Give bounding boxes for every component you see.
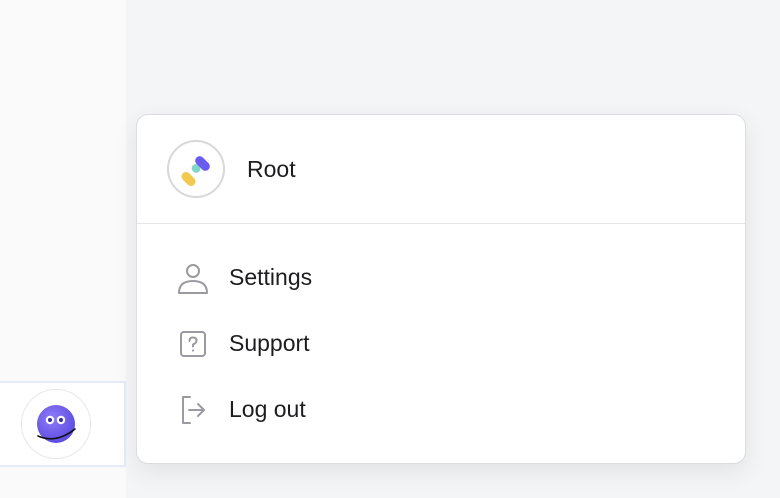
menu-item-label: Support xyxy=(229,330,310,356)
menu-item-label: Settings xyxy=(229,264,313,290)
user-avatar-button[interactable] xyxy=(21,389,91,459)
question-icon xyxy=(177,328,209,360)
user-icon xyxy=(177,262,209,294)
menu-item-label: Log out xyxy=(229,396,306,422)
org-logo xyxy=(167,140,225,198)
root-logo-icon xyxy=(181,156,210,186)
menu-item-logout[interactable]: Log out xyxy=(137,381,745,437)
menu-item-support[interactable]: Support xyxy=(137,315,745,371)
avatar-icon xyxy=(37,405,76,443)
logout-icon xyxy=(177,394,209,426)
account-dropdown-menu: Root Settings Support Log out xyxy=(136,114,746,464)
org-name: Root xyxy=(247,156,296,182)
menu-item-settings[interactable]: Settings xyxy=(137,249,745,305)
org-switcher[interactable]: Root xyxy=(137,115,745,224)
